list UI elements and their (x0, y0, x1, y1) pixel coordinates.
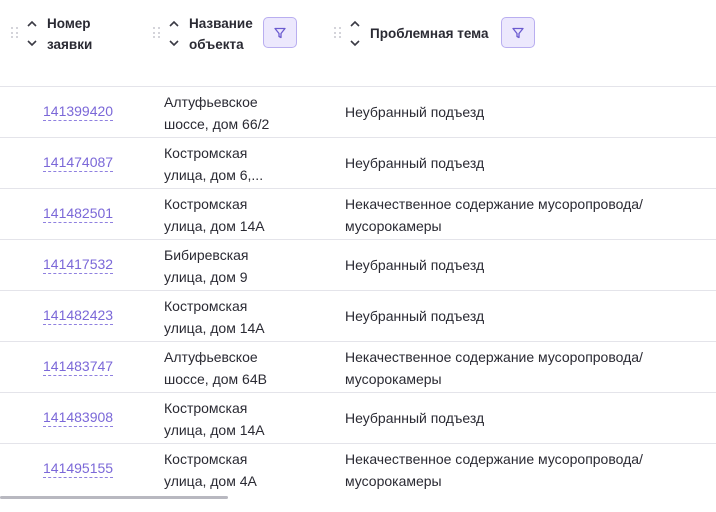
problem-topic-line1: Неубранный подъезд (345, 410, 485, 426)
filter-icon (274, 27, 286, 38)
object-name-line2: шоссе, дом 64В (164, 371, 267, 387)
table-row[interactable]: 141482501 Костромская улица, дом 14А Нек… (0, 189, 716, 240)
filter-icon (512, 27, 524, 38)
horizontal-scrollbar[interactable] (0, 496, 228, 499)
request-number-link[interactable]: 141495155 (43, 460, 114, 478)
object-name-line2: улица, дом 6,... (164, 167, 264, 183)
object-name-line2: шоссе, дом 66/2 (164, 116, 270, 132)
drag-handle-icon[interactable] (11, 27, 19, 39)
object-name-line2: улица, дом 9 (164, 269, 248, 285)
table-row[interactable]: 141483908 Костромская улица, дом 14А Неу… (0, 393, 716, 444)
problem-topic-line2: мусорокамеры (345, 218, 442, 234)
problem-topic: Неубранный подъезд (345, 254, 705, 276)
object-name-line2: улица, дом 14А (164, 320, 265, 336)
object-name: Костромская улица, дом 14А (164, 193, 314, 237)
object-name: Алтуфьевское шоссе, дом 66/2 (164, 91, 314, 135)
object-name-line2: улица, дом 14А (164, 422, 265, 438)
request-number-link[interactable]: 141417532 (43, 256, 114, 274)
problem-topic-line1: Неубранный подъезд (345, 257, 485, 273)
filter-topic-button[interactable] (501, 17, 535, 48)
table-row[interactable]: 141474087 Костромская улица, дом 6,... Н… (0, 138, 716, 189)
object-name: Бибиревская улица, дом 9 (164, 244, 314, 288)
problem-topic: Неубранный подъезд (345, 152, 705, 174)
object-name-line1: Бибиревская (164, 247, 249, 263)
table-row[interactable]: 141417532 Бибиревская улица, дом 9 Неубр… (0, 240, 716, 291)
problem-topic-line2: мусорокамеры (345, 473, 442, 489)
object-name: Костромская улица, дом 6,... (164, 142, 314, 186)
sort-arrows-icon[interactable] (168, 15, 180, 51)
request-number-link[interactable]: 141483747 (43, 358, 114, 376)
object-name-line1: Костромская (164, 400, 248, 416)
object-name: Алтуфьевское шоссе, дом 64В (164, 346, 314, 390)
request-number-link[interactable]: 141482501 (43, 205, 114, 223)
request-number-link[interactable]: 141399420 (43, 103, 114, 121)
problem-topic-line1: Некачественное содержание мусоропровода/ (345, 196, 643, 212)
request-number-link[interactable]: 141483908 (43, 409, 114, 427)
object-name-line1: Костромская (164, 451, 248, 467)
object-name: Костромская улица, дом 14А (164, 397, 314, 441)
table-row[interactable]: 141399420 Алтуфьевское шоссе, дом 66/2 Н… (0, 87, 716, 138)
column-label-number-line2[interactable]: заявки (47, 34, 92, 55)
object-name-line1: Костромская (164, 145, 248, 161)
problem-topic: Неубранный подъезд (345, 305, 705, 327)
problem-topic: Неубранный подъезд (345, 407, 705, 429)
table-header: Номер заявки Название объекта Проблемная… (0, 0, 716, 87)
problem-topic: Некачественное содержание мусоропровода/… (345, 346, 705, 390)
table-row[interactable]: 141482423 Костромская улица, дом 14А Неу… (0, 291, 716, 342)
problem-topic-line1: Неубранный подъезд (345, 104, 485, 120)
object-name-line2: улица, дом 4А (164, 473, 257, 489)
table-row[interactable]: 141495155 Костромская улица, дом 4А Нека… (0, 444, 716, 494)
problem-topic-line1: Некачественное содержание мусоропровода/ (345, 451, 643, 467)
problem-topic: Некачественное содержание мусоропровода/… (345, 193, 705, 237)
column-label-number-line1[interactable]: Номер (47, 13, 91, 34)
problem-topic-line1: Неубранный подъезд (345, 155, 485, 171)
object-name-line1: Костромская (164, 196, 248, 212)
problem-topic-line1: Неубранный подъезд (345, 308, 485, 324)
object-name: Костромская улица, дом 14А (164, 295, 314, 339)
column-label-object-line2[interactable]: объекта (189, 34, 244, 55)
object-name: Костромская улица, дом 4А (164, 448, 314, 492)
filter-object-button[interactable] (263, 17, 297, 48)
request-number-link[interactable]: 141474087 (43, 154, 114, 172)
problem-topic: Неубранный подъезд (345, 101, 705, 123)
request-number-link[interactable]: 141482423 (43, 307, 114, 325)
problem-topic-line1: Некачественное содержание мусоропровода/ (345, 349, 643, 365)
drag-handle-icon[interactable] (334, 27, 342, 39)
sort-arrows-icon[interactable] (349, 15, 361, 51)
problem-topic: Некачественное содержание мусоропровода/… (345, 448, 705, 492)
sort-arrows-icon[interactable] (26, 15, 38, 51)
table-row[interactable]: 141483747 Алтуфьевское шоссе, дом 64В Не… (0, 342, 716, 393)
object-name-line1: Алтуфьевское (164, 349, 258, 365)
problem-topic-line2: мусорокамеры (345, 371, 442, 387)
column-label-object-line1[interactable]: Название (189, 13, 253, 34)
drag-handle-icon[interactable] (153, 27, 161, 39)
object-name-line1: Костромская (164, 298, 248, 314)
column-label-topic[interactable]: Проблемная тема (370, 23, 488, 44)
object-name-line2: улица, дом 14А (164, 218, 265, 234)
object-name-line1: Алтуфьевское (164, 94, 258, 110)
